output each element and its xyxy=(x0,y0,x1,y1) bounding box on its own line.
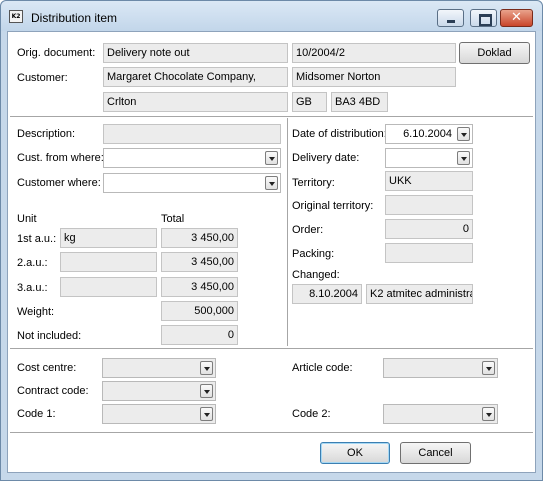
cust-from-where-label: Cust. from where: xyxy=(17,152,104,164)
code2-select[interactable] xyxy=(383,404,498,424)
territory-label: Territory: xyxy=(292,177,335,189)
weight-label: Weight: xyxy=(17,306,55,318)
dialog-body: Orig. document: Delivery note out 10/200… xyxy=(7,31,536,473)
unit-header: Unit xyxy=(17,213,37,225)
contract-code-label: Contract code: xyxy=(17,385,89,397)
chevron-down-icon[interactable] xyxy=(482,361,495,375)
original-territory-label: Original territory: xyxy=(292,200,374,212)
date-of-distribution-label: Date of distribution: xyxy=(292,128,387,140)
order-field: 0 xyxy=(385,219,473,239)
delivery-date-label: Delivery date: xyxy=(292,152,360,164)
not-included-label: Not included: xyxy=(17,330,82,342)
cost-centre-select[interactable] xyxy=(102,358,216,378)
weight-field: 500,000 xyxy=(161,301,238,321)
chevron-down-icon[interactable] xyxy=(200,407,213,421)
original-territory-field xyxy=(385,195,473,215)
date-of-distribution-picker[interactable]: 6.10.2004 xyxy=(385,124,473,144)
customer-where-select[interactable] xyxy=(103,173,281,193)
not-included-field: 0 xyxy=(161,325,238,345)
distribution-item-window: K2 Distribution item ✕ Orig. document: D… xyxy=(0,0,543,481)
customer-place-field: Midsomer Norton xyxy=(292,67,456,87)
customer-country-field: GB xyxy=(292,92,327,112)
doklad-button[interactable]: Doklad xyxy=(459,42,530,64)
minimize-button[interactable] xyxy=(437,9,464,27)
window-title: Distribution item xyxy=(31,11,118,25)
description-label: Description: xyxy=(17,128,76,140)
changed-label: Changed: xyxy=(292,269,340,281)
territory-field: UKK xyxy=(385,171,473,191)
chevron-down-icon[interactable] xyxy=(265,176,278,190)
total-field: 3 450,00 xyxy=(161,277,238,297)
column-divider xyxy=(287,118,288,346)
code1-label: Code 1: xyxy=(17,408,56,420)
article-code-select[interactable] xyxy=(383,358,498,378)
footer-divider xyxy=(10,432,533,433)
chevron-down-icon[interactable] xyxy=(457,151,470,165)
unit-field xyxy=(60,252,157,272)
customer-where-label: Customer where: xyxy=(17,177,101,189)
changed-date-field: 8.10.2004 xyxy=(292,284,362,304)
customer-street-field: Crlton xyxy=(103,92,288,112)
total-field: 3 450,00 xyxy=(161,252,238,272)
customer-label: Customer: xyxy=(17,72,68,84)
maximize-button[interactable] xyxy=(470,9,497,27)
customer-name-field: Margaret Chocolate Company, xyxy=(103,67,288,87)
total-header: Total xyxy=(161,213,185,225)
total-field: 3 450,00 xyxy=(161,228,238,248)
code1-select[interactable] xyxy=(102,404,216,424)
changed-by-field: K2 atmitec administrat xyxy=(366,284,473,304)
document-number-field: 10/2004/2 xyxy=(292,43,456,63)
chevron-down-icon[interactable] xyxy=(200,384,213,398)
article-code-label: Article code: xyxy=(292,362,353,374)
unit-field: kg xyxy=(60,228,157,248)
close-icon: ✕ xyxy=(511,10,522,25)
packing-label: Packing: xyxy=(292,248,335,260)
delivery-date-picker[interactable] xyxy=(385,148,473,168)
chevron-down-icon[interactable] xyxy=(265,151,278,165)
close-button[interactable]: ✕ xyxy=(500,9,533,27)
date-of-distribution-value: 6.10.2004 xyxy=(403,128,452,140)
unit-field xyxy=(60,277,157,297)
order-label: Order: xyxy=(292,224,324,236)
unit-row-label: 1st a.u.: xyxy=(17,233,57,245)
cancel-button[interactable]: Cancel xyxy=(400,442,471,464)
unit-row-label: 3.a.u.: xyxy=(17,282,48,294)
ok-button[interactable]: OK xyxy=(320,442,390,464)
customer-zip-field: BA3 4BD xyxy=(331,92,388,112)
chevron-down-icon[interactable] xyxy=(482,407,495,421)
header-divider xyxy=(10,116,533,117)
packing-field xyxy=(385,243,473,263)
description-field xyxy=(103,124,281,144)
orig-document-field: Delivery note out xyxy=(103,43,288,63)
unit-row-label: 2.a.u.: xyxy=(17,257,48,269)
orig-document-label: Orig. document: xyxy=(17,47,96,59)
section-divider xyxy=(10,348,533,349)
cust-from-where-select[interactable] xyxy=(103,148,281,168)
app-icon: K2 xyxy=(9,10,23,23)
code2-label: Code 2: xyxy=(292,408,331,420)
chevron-down-icon[interactable] xyxy=(457,127,470,141)
contract-code-select[interactable] xyxy=(102,381,216,401)
title-bar[interactable]: K2 Distribution item ✕ xyxy=(1,1,542,31)
cost-centre-label: Cost centre: xyxy=(17,362,77,374)
chevron-down-icon[interactable] xyxy=(200,361,213,375)
